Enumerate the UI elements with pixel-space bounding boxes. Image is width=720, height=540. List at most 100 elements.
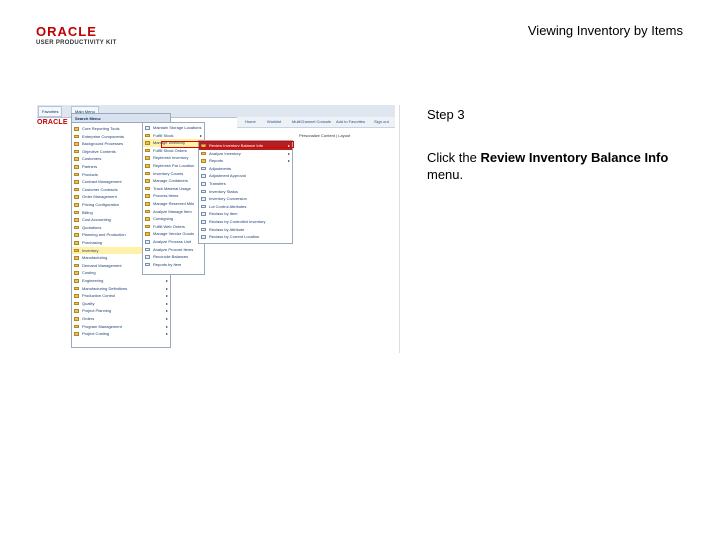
folder-icon <box>74 172 79 177</box>
menu2-item[interactable]: Replenish Inventory▸ <box>143 154 204 162</box>
menu1-item[interactable]: Program Management ▸ <box>72 323 170 331</box>
menu2-item[interactable]: Fulfill Web Orders▸ <box>143 223 204 231</box>
menu1-item[interactable]: Orders ▸ <box>72 315 170 323</box>
menu1-item[interactable]: Engineering ▸ <box>72 277 170 285</box>
folder-icon <box>74 324 79 329</box>
menu3-item[interactable]: Reclass by Attribute <box>199 226 292 234</box>
folder-icon <box>74 286 79 291</box>
menu-item-label: Customers <box>82 156 102 162</box>
menu-item-label: Track Material Usage <box>153 185 191 191</box>
menu-item-label: Background Processes <box>82 141 124 147</box>
page-icon <box>201 204 206 209</box>
nav-add-favorites-link[interactable]: Add to Favorites <box>336 118 365 126</box>
menu1-item[interactable]: Manufacturing Definitions ▸ <box>72 285 170 293</box>
menu2-item[interactable]: Analyze Process Unit <box>143 238 204 246</box>
instruction-target: Review Inventory Balance Info <box>480 150 669 165</box>
menu2-item[interactable]: Consigning▸ <box>143 215 204 223</box>
page-icon <box>201 182 206 186</box>
folder-icon <box>145 148 150 153</box>
menu2-item[interactable]: Maintain Storage Locations <box>143 124 204 132</box>
folder-icon <box>74 180 79 184</box>
menu-item-label: Project Costing <box>82 331 110 337</box>
page-icon <box>145 126 150 130</box>
menu-item-label: Orders <box>82 316 95 321</box>
menu-item-label: Analyze Manage Item <box>153 208 192 214</box>
menu-item-label: Reclass by Item <box>209 211 238 217</box>
menu2-item[interactable]: Track Material Usage▸ <box>143 185 204 193</box>
menu3-item[interactable]: Reclass by Item <box>199 210 292 218</box>
folder-icon <box>74 256 79 260</box>
favorites-tab[interactable]: Favorites <box>38 106 63 117</box>
menu3-item[interactable]: Inventory Status <box>199 188 292 196</box>
folder-icon <box>145 179 150 183</box>
menu-item-label: Contract Management <box>82 179 122 185</box>
menu2-item[interactable]: Manage Vendor Goods▸ <box>143 230 204 238</box>
menu-item-label: Transfers <box>209 181 226 186</box>
menu3-item[interactable]: Adjustments <box>199 165 292 173</box>
menu2-item[interactable]: Manage Reserved Mtls▸ <box>143 200 204 208</box>
oracle-upk-logo: ORACLE USER PRODUCTIVITY KIT <box>36 24 126 46</box>
folder-icon <box>74 218 79 222</box>
menu1-item[interactable]: Production Control ▸ <box>72 292 170 300</box>
menu3-item[interactable]: Lot Control Attributes <box>199 203 292 211</box>
page-icon <box>201 220 206 224</box>
nav-sign-out-link[interactable]: Sign out <box>374 118 389 126</box>
folder-icon <box>74 225 79 230</box>
menu-item-label: Manufacturing Definitions <box>82 285 128 291</box>
menu-item-label: Reports <box>209 158 224 164</box>
menu-item-label: Production Control <box>82 293 116 299</box>
menu-item-label: Manage Containers <box>153 178 188 184</box>
nav-multichannel-link[interactable]: MultiChannel Console <box>292 118 331 126</box>
folder-icon <box>74 195 79 199</box>
menu2-item[interactable]: Reports by Item <box>143 261 204 269</box>
menu3-item[interactable]: Analyze Inventory ▸ <box>199 150 292 158</box>
menu3-item[interactable]: Adjustment Approval <box>199 172 292 180</box>
menu3-item[interactable]: Reports ▸ <box>199 157 292 165</box>
menu-item-label: Fulfill Stock <box>153 132 174 138</box>
menu-item-label: Reconcile Balances <box>153 254 189 260</box>
document-title: Viewing Inventory by Items <box>527 23 683 38</box>
folder-icon <box>74 157 79 161</box>
menu3-item[interactable]: Reclass by Current Location <box>199 233 292 241</box>
menu2-item[interactable]: Manage Containers▸ <box>143 177 204 185</box>
menu2-item[interactable]: Process Items▸ <box>143 192 204 200</box>
folder-icon <box>74 187 79 192</box>
menu1-item[interactable]: Project Planning ▸ <box>72 307 170 315</box>
folder-icon <box>145 141 150 145</box>
page-icon <box>145 255 150 259</box>
folder-icon <box>145 156 150 160</box>
menu2-item[interactable]: Reconcile Balances <box>143 253 204 261</box>
logo-subtitle: USER PRODUCTIVITY KIT <box>36 40 117 46</box>
menu-item-label: Manage Vendor Goods <box>153 231 195 237</box>
folder-icon <box>74 309 79 313</box>
menu-item-label: Planning and Production <box>82 232 126 238</box>
menu1-item[interactable]: Project Costing ▸ <box>72 330 170 338</box>
folder-icon <box>145 194 150 198</box>
folder-icon <box>74 332 79 336</box>
personalize-text[interactable]: Personalize Content | Layout <box>299 133 350 138</box>
menu2-item[interactable]: Fulfill Stock ▸ <box>143 132 204 140</box>
menu3-item[interactable]: Inventory Conversion <box>199 195 292 203</box>
menu3-item[interactable]: Reclass by Controlled Inventory <box>199 218 292 226</box>
menu-item-label: Purchasing <box>82 240 103 245</box>
menu-item-label: Inventory Conversion <box>209 196 247 202</box>
manage-inventory-submenu-panel: Review Inventory Balance Info ▸ Analyze In… <box>198 140 293 244</box>
menu2-item[interactable]: Inventory Counts▸ <box>143 170 204 178</box>
folder-icon <box>201 159 206 163</box>
page-icon <box>201 174 206 178</box>
nav-home-link[interactable]: Home <box>245 118 256 126</box>
menu2-item[interactable]: Analyze Manage Item▸ <box>143 208 204 216</box>
menu-item-label: Reports by Item <box>153 261 182 267</box>
menu3-item[interactable]: Transfers <box>199 180 292 188</box>
submenu-arrow-icon: ▸ <box>199 132 202 138</box>
folder-icon <box>74 279 79 283</box>
submenu-arrow-icon: ▸ <box>287 150 290 156</box>
menu2-item[interactable]: Analyze Procure Items <box>143 246 204 254</box>
menu2-item[interactable]: Replenish Par Location▸ <box>143 162 204 170</box>
menu1-item[interactable]: Quality ▸ <box>72 300 170 308</box>
folder-icon <box>145 164 150 168</box>
folder-icon <box>74 134 79 139</box>
folder-icon <box>74 142 79 146</box>
nav-worklist-link[interactable]: Worklist <box>267 118 281 126</box>
menu-item-label: Replenish Par Location <box>153 163 195 168</box>
